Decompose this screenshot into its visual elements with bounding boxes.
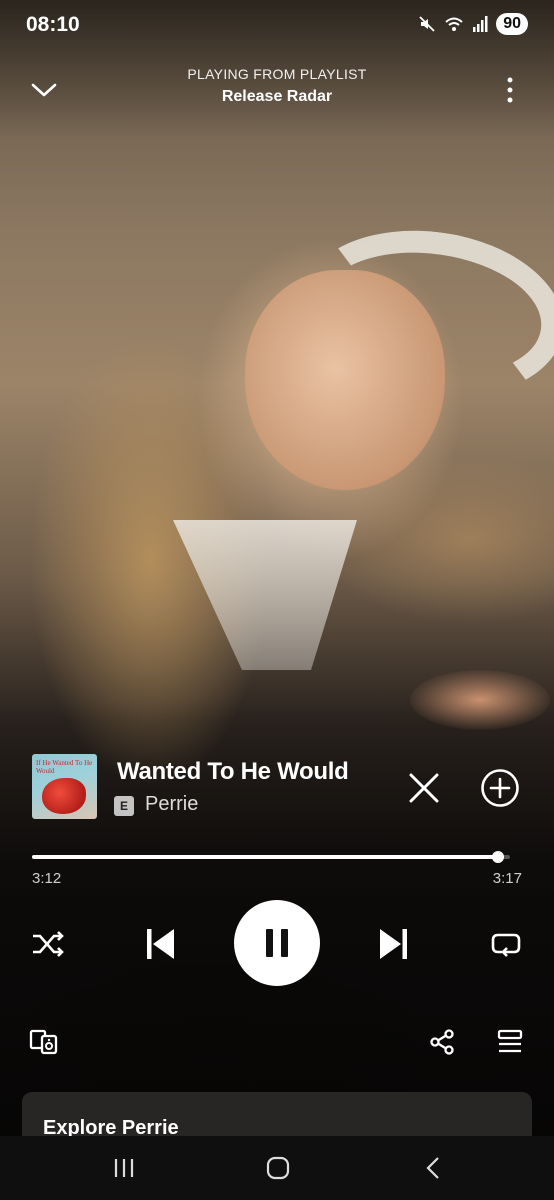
queue-icon (497, 1029, 523, 1053)
queue-button[interactable] (492, 1022, 528, 1062)
progress-knob[interactable] (492, 851, 505, 863)
elapsed-time: 3:12 (32, 870, 62, 887)
home-button[interactable] (253, 1150, 303, 1186)
repeat-icon (491, 933, 521, 957)
player-header: PLAYING FROM PLAYLIST Release Radar (0, 62, 554, 122)
track-title[interactable]: Wanted To He Would (117, 758, 372, 786)
context-name[interactable]: Release Radar (0, 88, 554, 106)
more-options-button[interactable] (490, 70, 530, 110)
album-cover[interactable]: If He Wanted To He Would (32, 754, 97, 819)
pause-button[interactable] (234, 900, 320, 986)
album-cover-text: If He Wanted To He Would (36, 759, 93, 775)
pause-icon (266, 929, 288, 957)
recents-icon (114, 1159, 134, 1177)
wifi-icon (445, 17, 463, 31)
next-button[interactable] (374, 922, 414, 966)
mute-icon (419, 16, 435, 32)
total-duration: 3:17 (492, 870, 522, 887)
system-nav-bar (0, 1136, 554, 1200)
connect-device-icon (29, 1029, 58, 1055)
more-vertical-icon (507, 77, 513, 103)
explicit-badge: E (114, 796, 134, 816)
dismiss-button[interactable] (400, 764, 448, 812)
home-icon (266, 1156, 290, 1180)
share-button[interactable] (424, 1022, 460, 1062)
progress-fill (32, 855, 499, 859)
playback-controls (0, 900, 554, 990)
progress-bar[interactable] (32, 850, 510, 863)
back-icon (426, 1157, 439, 1179)
video-canvas-background (0, 0, 554, 1200)
close-icon (409, 773, 439, 803)
add-circle-icon (481, 769, 519, 807)
shuffle-button[interactable] (28, 924, 68, 964)
track-info: If He Wanted To He Would Wanted To He Wo… (32, 754, 532, 824)
status-bar: 08:10 90 (0, 0, 554, 50)
previous-button[interactable] (140, 922, 180, 966)
status-time: 08:10 (26, 13, 80, 36)
next-icon (380, 929, 407, 959)
repeat-button[interactable] (486, 924, 526, 964)
bottom-actions (0, 1022, 554, 1062)
back-button[interactable] (408, 1150, 458, 1186)
share-icon (430, 1029, 454, 1055)
signal-icon (473, 16, 488, 32)
context-label: PLAYING FROM PLAYLIST (187, 66, 367, 82)
add-to-playlist-button[interactable] (476, 764, 524, 812)
previous-icon (147, 929, 174, 959)
track-artist[interactable]: Perrie (145, 793, 198, 816)
battery-icon: 90 (496, 13, 528, 35)
status-icons: 90 (418, 13, 528, 35)
shuffle-icon (33, 931, 64, 957)
recents-button[interactable] (99, 1150, 149, 1186)
album-cover-art (42, 778, 86, 814)
connect-device-button[interactable] (26, 1022, 62, 1062)
